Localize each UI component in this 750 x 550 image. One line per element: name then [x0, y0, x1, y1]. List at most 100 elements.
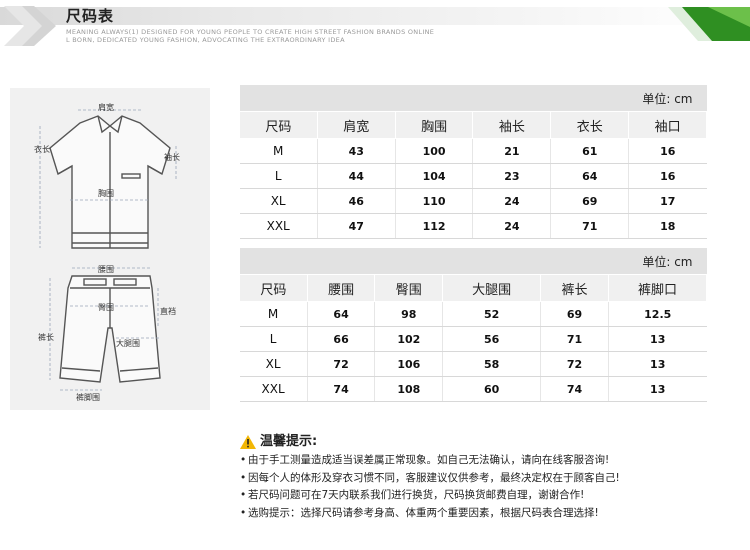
unit-row: 单位: cm: [239, 85, 707, 112]
column-header: 尺码: [239, 274, 308, 302]
header-subtitle-line-1: MEANING ALWAYS(1) DESIGNED FOR YOUNG PEO…: [66, 28, 435, 36]
size-cell: XXL: [239, 376, 308, 402]
table-cell: 46: [317, 188, 396, 214]
table-cell: 64: [307, 301, 376, 327]
top-size-table: 单位: cm 尺码 肩宽 胸围 袖长 衣长 袖口 M 43 100 21 61 …: [239, 85, 707, 239]
table-cell: 100: [395, 138, 474, 164]
table-row: M 43 100 21 61 16: [239, 138, 707, 164]
size-cell: L: [239, 163, 318, 189]
table-cell: 98: [374, 301, 444, 327]
table-cell: 13: [608, 376, 707, 402]
unit-label: 单位: cm: [239, 248, 707, 275]
table-row: L 44 104 23 64 16: [239, 163, 707, 189]
table-row: L 66 102 56 71 13: [239, 326, 707, 352]
size-cell: XL: [239, 351, 308, 377]
size-cell: XL: [239, 188, 318, 214]
table-cell: 44: [317, 163, 396, 189]
page-title: 尺码表: [66, 7, 115, 25]
bullet-icon: •: [240, 489, 247, 501]
chevron-logo-icon: [4, 6, 56, 46]
table-cell: 24: [472, 213, 552, 239]
tip-line: • 由于手工测量造成适当误差属正常现象。如自己无法确认，请向在线客服咨询!: [240, 452, 730, 470]
table-cell: 106: [374, 351, 444, 377]
table-cell: 16: [628, 163, 707, 189]
label-shirt-length: 衣长: [34, 145, 50, 154]
label-thigh: 大腿围: [116, 339, 140, 348]
label-pants-length: 裤长: [38, 333, 54, 342]
table-cell: 56: [442, 326, 542, 352]
size-cell: XXL: [239, 213, 318, 239]
bottom-size-table: 单位: cm 尺码 腰围 臀围 大腿围 裤长 裤脚口 M 64 98 52 69…: [239, 248, 708, 402]
size-cell: L: [239, 326, 308, 352]
bullet-icon: •: [240, 506, 247, 519]
table-cell: 64: [550, 163, 630, 189]
tips-heading: 温馨提示:: [240, 432, 730, 452]
table-cell: 13: [608, 326, 707, 352]
table-cell: 24: [472, 188, 552, 214]
page-header: 尺码表 MEANING ALWAYS(1) DESIGNED FOR YOUNG…: [0, 0, 750, 50]
table-cell: 18: [628, 213, 707, 239]
table-row: XL 72 106 58 72 13: [239, 351, 707, 377]
table-row: XL 46 110 24 69 17: [239, 188, 707, 214]
table-cell: 16: [628, 138, 707, 164]
table-cell: 74: [307, 376, 376, 402]
column-header: 大腿围: [442, 274, 542, 302]
table-row: XXL 47 112 24 71 18: [239, 213, 707, 239]
tips-section: 温馨提示: • 由于手工测量造成适当误差属正常现象。如自己无法确认，请向在线客服咨…: [240, 432, 730, 522]
table-cell: 61: [550, 138, 630, 164]
table-cell: 17: [628, 188, 707, 214]
unit-label: 单位: cm: [239, 85, 707, 112]
column-header: 袖长: [472, 111, 552, 139]
tip-line: • 选购提示：选择尺码请参考身高、体重两个重要因素，根据尺码表合理选择!: [240, 505, 730, 523]
column-header: 胸围: [394, 111, 474, 139]
header-subtitle-line-2: L BORN, DEDICATED YOUNG FASHION, ADVOCAT…: [66, 36, 345, 44]
size-cell: M: [239, 301, 308, 327]
column-header: 衣长: [550, 111, 630, 139]
table-header-row: 尺码 腰围 臀围 大腿围 裤长 裤脚口: [239, 274, 708, 302]
table-cell: 52: [442, 301, 542, 327]
tip-line: • 因每个人的体形及穿衣习惯不同，客服建议仅供参考，最终决定权在于顾客自己!: [240, 470, 730, 488]
header-subtitle: MEANING ALWAYS(1) DESIGNED FOR YOUNG PEO…: [66, 28, 434, 44]
column-header: 肩宽: [316, 111, 396, 139]
size-cell: M: [239, 138, 318, 164]
table-row: M 64 98 52 69 12.5: [239, 301, 707, 327]
table-cell: 69: [540, 301, 609, 327]
tip-text: 若尺码问题可在7天内联系我们进行换货，尺码换货邮费自理，谢谢合作!: [248, 489, 585, 501]
table-cell: 47: [317, 213, 396, 239]
column-header: 臀围: [374, 274, 444, 302]
label-sleeve: 袖长: [164, 153, 180, 162]
column-header: 尺码: [239, 111, 318, 139]
measurement-illustration: 肩宽 衣长 袖长 胸围 腰围 臀围 直裆 大腿围 裤长 裤脚围: [10, 88, 210, 410]
label-hem: 裤脚围: [76, 393, 100, 402]
column-header: 袖口: [628, 111, 707, 139]
table-row: XXL 74 108 60 74 13: [239, 376, 707, 402]
tip-line: • 若尺码问题可在7天内联系我们进行换货，尺码换货邮费自理，谢谢合作!: [240, 487, 730, 505]
label-shoulder: 肩宽: [98, 103, 114, 112]
tips-title: 温馨提示:: [260, 434, 318, 449]
label-hip: 臀围: [98, 303, 114, 312]
table-cell: 43: [317, 138, 396, 164]
label-waist: 腰围: [98, 265, 114, 274]
tip-text: 由于手工测量造成适当误差属正常现象。如自己无法确认，请向在线客服咨询!: [248, 454, 610, 466]
table-cell: 104: [395, 163, 474, 189]
table-cell: 72: [540, 351, 609, 377]
table-cell: 102: [374, 326, 444, 352]
green-corner-decoration: [668, 7, 750, 41]
bullet-icon: •: [240, 454, 247, 466]
table-cell: 108: [374, 376, 444, 402]
column-header: 腰围: [306, 274, 376, 302]
table-cell: 71: [540, 326, 609, 352]
column-header: 裤脚口: [607, 274, 708, 302]
label-chest: 胸围: [98, 189, 114, 198]
table-cell: 69: [550, 188, 630, 214]
table-cell: 13: [608, 351, 707, 377]
table-header-row: 尺码 肩宽 胸围 袖长 衣长 袖口: [239, 111, 707, 139]
label-rise: 直裆: [160, 307, 176, 316]
tip-text: 选购提示：选择尺码请参考身高、体重两个重要因素，根据尺码表合理选择!: [248, 506, 599, 519]
table-cell: 23: [472, 163, 552, 189]
unit-row: 单位: cm: [239, 248, 707, 275]
table-cell: 12.5: [608, 301, 707, 327]
table-cell: 74: [540, 376, 609, 402]
table-cell: 58: [442, 351, 542, 377]
bullet-icon: •: [240, 471, 247, 484]
